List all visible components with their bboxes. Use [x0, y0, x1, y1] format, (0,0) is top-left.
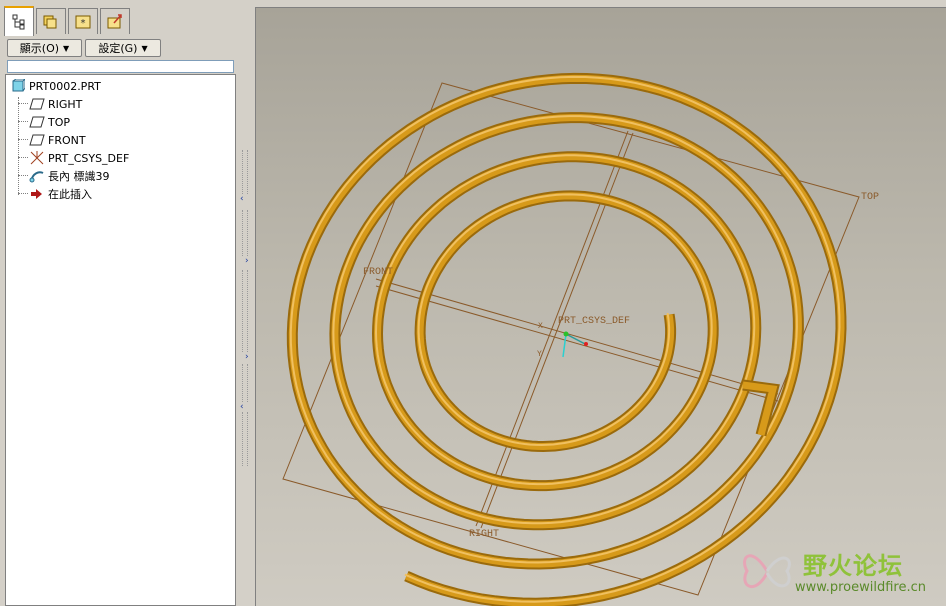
csys-x-label: X — [538, 322, 543, 331]
tree-item-label: 在此插入 — [48, 188, 92, 201]
show-menu-button[interactable]: 顯示(O) ▼ — [7, 39, 82, 57]
datum-plane-icon — [28, 114, 46, 130]
chevron-down-icon: ▼ — [141, 43, 148, 53]
datum-label-right[interactable]: RIGHT — [469, 529, 499, 540]
datum-label-top[interactable]: TOP — [861, 192, 879, 203]
tree-connector — [18, 97, 19, 195]
sweep-feature-icon — [28, 168, 46, 184]
tree-item-label: PRT0002.PRT — [29, 79, 101, 93]
tree-filter-input[interactable] — [7, 60, 234, 73]
tree-connector — [18, 139, 28, 140]
tree-item-label: 長內 標識39 — [48, 170, 110, 183]
expand-right-icon[interactable]: › — [245, 256, 249, 266]
csys-y-label: Y — [537, 350, 542, 359]
tree-item-label: PRT_CSYS_DEF — [48, 151, 130, 165]
favorites-icon: * — [75, 15, 91, 29]
tab-model-tree[interactable] — [4, 6, 34, 36]
tree-item-right[interactable]: RIGHT — [28, 95, 82, 113]
model-scene[interactable]: TOP FRONT RIGHT PRT_CSYS_DEF X Y — [256, 8, 946, 606]
graphics-window[interactable]: TOP FRONT RIGHT PRT_CSYS_DEF X Y — [255, 7, 946, 606]
collapse-left-icon[interactable]: ‹ — [240, 402, 244, 412]
datum-plane-icon — [28, 132, 46, 148]
tab-connections[interactable] — [100, 8, 130, 34]
splitter-grip[interactable] — [242, 412, 248, 466]
model-tree-icon — [12, 14, 25, 30]
expand-right-icon[interactable]: › — [245, 352, 249, 362]
tree-connector — [18, 175, 28, 176]
tree-item-sweep[interactable]: 長內 標識39 — [28, 167, 110, 185]
tree-item-label: TOP — [48, 115, 71, 129]
watermark-url: www.proewildfire.cn — [795, 580, 926, 595]
datum-plane-right-edge[interactable] — [475, 130, 629, 527]
tree-connector — [18, 121, 28, 122]
csys-z-marker — [584, 342, 588, 346]
csys-label[interactable]: PRT_CSYS_DEF — [558, 316, 630, 327]
watermark-title: 野火论坛 — [803, 552, 903, 580]
show-menu-label: 顯示(O) — [19, 42, 60, 55]
tree-item-insert-here[interactable]: 在此插入 — [28, 185, 92, 203]
csys-icon — [28, 150, 46, 166]
settings-menu-label: 設定(G) — [98, 42, 138, 55]
datum-label-front[interactable]: FRONT — [363, 267, 393, 278]
chevron-down-icon: ▼ — [63, 43, 70, 53]
splitter-grip[interactable] — [242, 210, 248, 256]
tree-item-label: RIGHT — [48, 97, 83, 111]
folder-browser-icon — [43, 15, 57, 28]
splitter-grip[interactable] — [242, 270, 248, 352]
csys-origin[interactable] — [563, 331, 569, 337]
tree-item-part[interactable]: PRT0002.PRT — [9, 77, 101, 95]
tree-item-front[interactable]: FRONT — [28, 131, 86, 149]
tab-favorites[interactable]: * — [68, 8, 98, 34]
tree-connector — [18, 193, 28, 194]
svg-text:*: * — [81, 18, 86, 29]
tree-item-top[interactable]: TOP — [28, 113, 70, 131]
tree-item-csys[interactable]: PRT_CSYS_DEF — [28, 149, 129, 167]
panel-splitter[interactable]: ‹ › › ‹ — [236, 0, 254, 606]
settings-menu-button[interactable]: 設定(G) ▼ — [85, 39, 161, 57]
tree-connector — [18, 103, 28, 104]
watermark: 野火论坛 www.proewildfire.cn — [735, 540, 941, 602]
navigator-panel: * 顯示(O) ▼ 設定(G) ▼ PRT0002.PRT RIGHT TOP … — [0, 0, 240, 606]
tab-folder-browser[interactable] — [36, 8, 66, 34]
datum-plane-icon — [28, 96, 46, 112]
connections-icon — [107, 13, 122, 28]
tree-item-label: FRONT — [48, 133, 86, 147]
splitter-grip[interactable] — [242, 364, 248, 402]
csys-y-axis — [562, 333, 567, 358]
tree-connector — [18, 157, 28, 158]
insert-here-arrow-icon — [28, 186, 46, 202]
model-tree: PRT0002.PRT RIGHT TOP FRONT PRT_CSYS_DEF — [5, 74, 236, 606]
splitter-grip[interactable] — [242, 150, 248, 194]
part-icon — [9, 78, 27, 94]
butterfly-logo-icon — [743, 554, 791, 588]
collapse-left-icon[interactable]: ‹ — [240, 194, 244, 204]
